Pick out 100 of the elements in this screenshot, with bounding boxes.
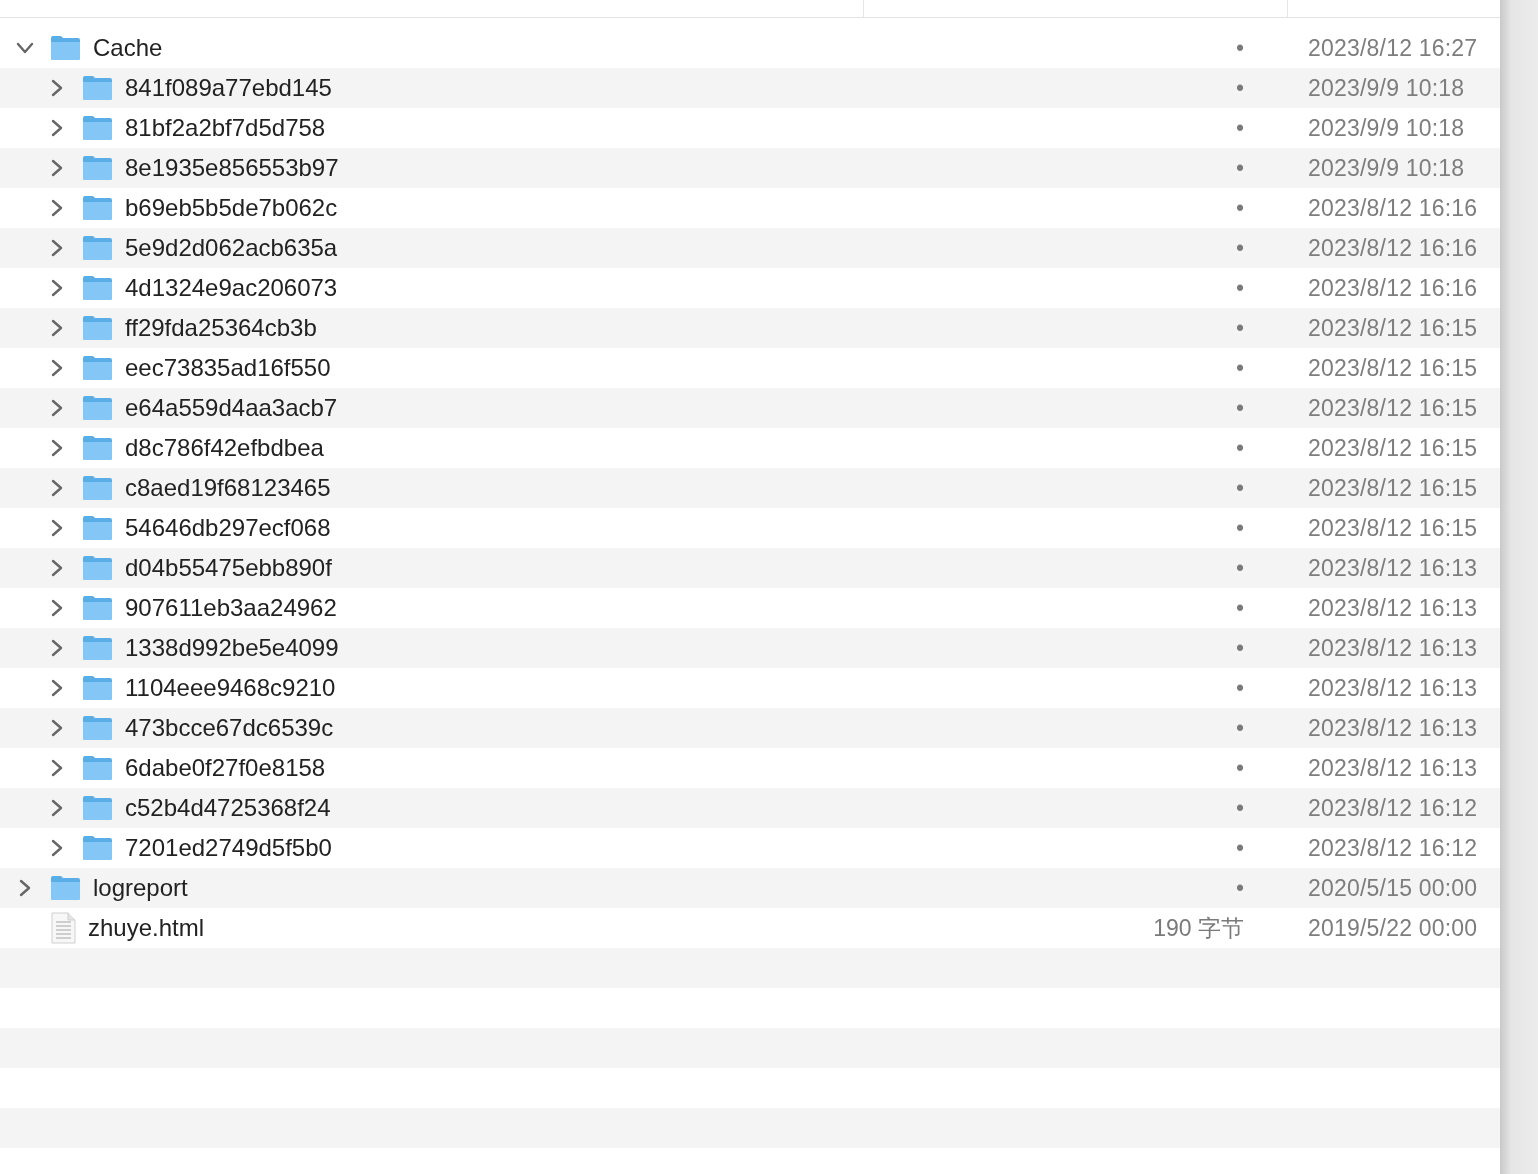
folder-icon <box>82 555 113 581</box>
modified-date: 2023/8/12 16:13 <box>1308 554 1478 582</box>
modified-date: 2020/5/15 00:00 <box>1308 874 1478 902</box>
file-size: • <box>1234 34 1244 62</box>
chevron-icon[interactable] <box>18 879 32 897</box>
folder-icon <box>82 595 113 621</box>
folder-icon <box>82 715 113 741</box>
folder-name: b69eb5b5de7b062c <box>125 194 338 222</box>
chevron-icon[interactable] <box>50 599 64 617</box>
folder-icon <box>82 395 113 421</box>
folder-name: 1104eee9468c9210 <box>125 674 336 702</box>
modified-date: 2023/9/9 10:18 <box>1308 114 1465 142</box>
folder-icon <box>82 275 113 301</box>
modified-date: 2023/8/12 16:13 <box>1308 594 1478 622</box>
folder-icon <box>82 315 113 341</box>
file-size: • <box>1234 714 1244 742</box>
folder-icon <box>82 835 113 861</box>
file-size: • <box>1234 594 1244 622</box>
folder-icon <box>82 75 113 101</box>
document-icon <box>50 912 76 944</box>
folder-icon <box>82 115 113 141</box>
folder-name: 907611eb3aa24962 <box>125 594 337 622</box>
modified-date: 2023/9/9 10:18 <box>1308 74 1465 102</box>
folder-icon <box>82 355 113 381</box>
file-size: • <box>1234 674 1244 702</box>
chevron-icon[interactable] <box>50 559 64 577</box>
folder-name: 7201ed2749d5f5b0 <box>125 834 332 862</box>
file-size: • <box>1234 234 1244 262</box>
folder-name: 54646db297ecf068 <box>125 514 331 542</box>
modified-date: 2023/8/12 16:16 <box>1308 234 1478 262</box>
chevron-icon[interactable] <box>50 279 64 297</box>
file-size: • <box>1234 554 1244 582</box>
folder-icon <box>82 155 113 181</box>
file-size: • <box>1234 194 1244 222</box>
folder-name: 8e1935e856553b97 <box>125 154 339 182</box>
chevron-icon[interactable] <box>50 439 64 457</box>
file-size: • <box>1234 394 1244 422</box>
folder-name: 473bcce67dc6539c <box>125 714 334 742</box>
modified-date: 2023/8/12 16:27 <box>1308 34 1478 62</box>
chevron-icon[interactable] <box>50 719 64 737</box>
file-size: • <box>1234 634 1244 662</box>
file-size: • <box>1234 154 1244 182</box>
chevron-icon[interactable] <box>50 639 64 657</box>
folder-icon <box>82 755 113 781</box>
folder-name: 841f089a77ebd145 <box>125 74 332 102</box>
chevron-icon[interactable] <box>50 839 64 857</box>
modified-date: 2023/8/12 16:12 <box>1308 794 1478 822</box>
folder-icon <box>82 795 113 821</box>
modified-date: 2023/8/12 16:15 <box>1308 434 1478 462</box>
chevron-icon[interactable] <box>50 79 64 97</box>
modified-date: 2023/8/12 16:13 <box>1308 674 1478 702</box>
modified-date: 2023/8/12 16:12 <box>1308 834 1478 862</box>
modified-date: 2023/8/12 16:13 <box>1308 754 1478 782</box>
folder-name: Cache <box>93 34 163 62</box>
folder-icon <box>82 195 113 221</box>
modified-date: 2023/8/12 16:16 <box>1308 274 1478 302</box>
folder-name: d8c786f42efbdbea <box>125 434 324 462</box>
file-size: • <box>1234 514 1244 542</box>
folder-icon <box>82 475 113 501</box>
chevron-icon[interactable] <box>50 359 64 377</box>
chevron-icon[interactable] <box>50 799 64 817</box>
chevron-icon[interactable] <box>50 119 64 137</box>
modified-date: 2023/8/12 16:15 <box>1308 354 1478 382</box>
folder-icon <box>82 675 113 701</box>
modified-date: 2023/8/12 16:15 <box>1308 394 1478 422</box>
folder-name: e64a559d4aa3acb7 <box>125 394 338 422</box>
chevron-icon[interactable] <box>50 199 64 217</box>
chevron-icon[interactable] <box>50 399 64 417</box>
file-size: • <box>1234 314 1244 342</box>
chevron-icon[interactable] <box>50 519 64 537</box>
file-size: • <box>1234 434 1244 462</box>
modified-date: 2023/8/12 16:15 <box>1308 474 1478 502</box>
file-size: • <box>1234 354 1244 382</box>
modified-date: 2023/8/12 16:16 <box>1308 194 1478 222</box>
chevron-icon[interactable] <box>50 479 64 497</box>
chevron-icon[interactable] <box>50 319 64 337</box>
file-size: • <box>1234 874 1244 902</box>
modified-date: 2023/8/12 16:15 <box>1308 514 1478 542</box>
chevron-icon[interactable] <box>50 159 64 177</box>
modified-date: 2023/8/12 16:13 <box>1308 634 1478 662</box>
file-size: 190 字节 <box>1152 913 1244 943</box>
modified-date: 2023/8/12 16:13 <box>1308 714 1478 742</box>
folder-name: 5e9d2d062acb635a <box>125 234 338 262</box>
chevron-icon[interactable] <box>50 759 64 777</box>
folder-icon <box>50 875 81 901</box>
chevron-icon[interactable] <box>50 679 64 697</box>
file-size: • <box>1234 834 1244 862</box>
file-name: zhuye.html <box>88 914 205 942</box>
folder-name: c52b4d4725368f24 <box>125 794 331 822</box>
folder-name: c8aed19f68123465 <box>125 474 331 502</box>
folder-name: 81bf2a2bf7d5d758 <box>125 114 326 142</box>
folder-name: logreport <box>93 874 188 902</box>
file-size: • <box>1234 794 1244 822</box>
chevron-icon[interactable] <box>50 239 64 257</box>
file-size: • <box>1234 74 1244 102</box>
folder-name: ff29fda25364cb3b <box>125 314 317 342</box>
folder-icon <box>82 435 113 461</box>
folder-name: 1338d992be5e4099 <box>125 634 339 662</box>
chevron-icon[interactable] <box>16 41 34 55</box>
folder-name: eec73835ad16f550 <box>125 354 331 382</box>
